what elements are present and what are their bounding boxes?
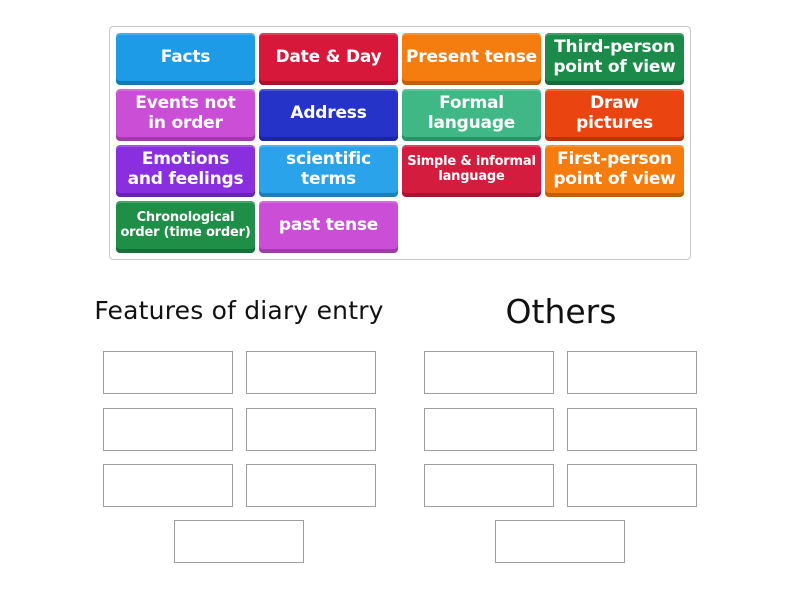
drop-slot-features[interactable] xyxy=(174,520,304,563)
draggable-tile[interactable]: Emotions and feelings xyxy=(116,145,255,197)
drop-slot-features[interactable] xyxy=(103,351,233,394)
tile-label: scientific terms xyxy=(286,148,371,189)
draggable-tile[interactable]: Events not in order xyxy=(116,89,255,141)
drop-slot-others[interactable] xyxy=(567,408,697,451)
draggable-tile[interactable]: Draw pictures xyxy=(545,89,684,141)
tile-label: Present tense xyxy=(406,46,537,67)
draggable-tile[interactable]: Simple & informal language xyxy=(402,145,541,197)
tile-label: Date & Day xyxy=(275,46,382,67)
draggable-tile[interactable]: Date & Day xyxy=(259,33,398,85)
tile-label: First-person point of view xyxy=(553,148,676,189)
drop-slot-features[interactable] xyxy=(246,408,376,451)
drop-slot-others[interactable] xyxy=(567,351,697,394)
group-title-others: Others xyxy=(505,292,617,331)
drop-slot-others[interactable] xyxy=(495,520,625,563)
drop-slot-others[interactable] xyxy=(424,464,554,507)
drop-slot-others[interactable] xyxy=(424,351,554,394)
tile-label: Formal language xyxy=(427,92,516,133)
drop-slot-features[interactable] xyxy=(246,464,376,507)
draggable-tile[interactable]: Address xyxy=(259,89,398,141)
draggable-tile[interactable]: Facts xyxy=(116,33,255,85)
drop-slot-features[interactable] xyxy=(246,351,376,394)
tile-tray: Facts Date & Day Present tense Third-person… xyxy=(109,26,691,260)
drop-slot-features[interactable] xyxy=(103,464,233,507)
draggable-tile[interactable]: Third-person point of view xyxy=(545,33,684,85)
drop-slot-features[interactable] xyxy=(103,408,233,451)
draggable-tile[interactable]: past tense xyxy=(259,201,398,253)
draggable-tile[interactable]: Chronological order (time order) xyxy=(116,201,255,253)
group-title-features: Features of diary entry xyxy=(94,296,384,325)
draggable-tile[interactable]: First-person point of view xyxy=(545,145,684,197)
draggable-tile[interactable]: scientific terms xyxy=(259,145,398,197)
tile-label: Simple & informal language xyxy=(407,153,536,184)
draggable-tile[interactable]: Present tense xyxy=(402,33,541,85)
tile-label: Draw pictures xyxy=(576,92,653,133)
tile-label: Chronological order (time order) xyxy=(120,209,251,240)
tile-label: Emotions and feelings xyxy=(127,148,244,189)
tile-label: Facts xyxy=(160,46,211,67)
draggable-tile[interactable]: Formal language xyxy=(402,89,541,141)
drop-slot-others[interactable] xyxy=(424,408,554,451)
tile-label: Events not in order xyxy=(135,92,236,133)
drop-slot-others[interactable] xyxy=(567,464,697,507)
group-sort-activity: Facts Date & Day Present tense Third-person… xyxy=(0,0,800,600)
tile-label: past tense xyxy=(278,214,379,235)
tile-label: Third-person point of view xyxy=(553,36,676,77)
tile-label: Address xyxy=(290,102,367,123)
